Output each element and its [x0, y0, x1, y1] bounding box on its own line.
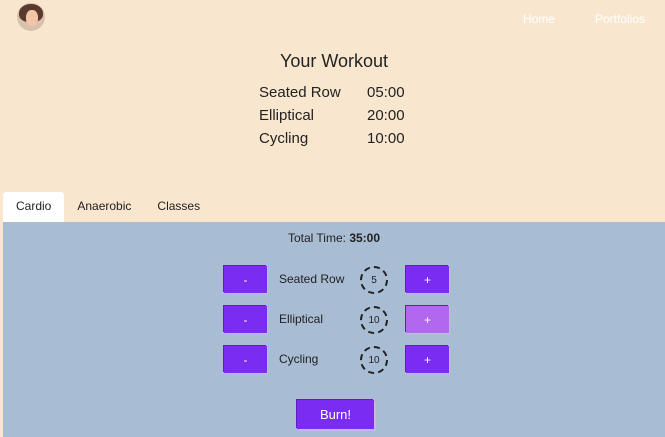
avatar[interactable] [17, 3, 45, 31]
exercise-row-cycling: - Cycling 10 + [224, 346, 450, 374]
summary-exercise-name: Cycling [259, 130, 309, 147]
nav-home-link[interactable]: Home [523, 12, 555, 26]
decrease-button[interactable]: - [224, 266, 267, 293]
decrease-button[interactable]: - [224, 306, 267, 333]
workout-title: Your Workout [279, 51, 389, 71]
duration-dial: 10 [360, 306, 388, 334]
app-frame: Home Portfolios Your Workout Seated Row … [3, 0, 665, 437]
total-time-value: 35:00 [349, 231, 381, 245]
increase-button[interactable]: + [406, 346, 449, 373]
summary-row: Cycling 10:00 [259, 127, 427, 150]
duration-dial: 10 [360, 346, 388, 374]
exercise-label: Seated Row [279, 272, 345, 286]
total-time: Total Time: 35:00 [3, 231, 665, 245]
tab-anaerobic[interactable]: Anaerobic [64, 192, 144, 222]
summary-row: Elliptical 20:00 [259, 104, 427, 127]
exercise-row-seated-row: - Seated Row 5 + [224, 266, 450, 294]
summary-row: Seated Row 05:00 [259, 81, 427, 104]
summary-exercise-time: 05:00 [367, 84, 405, 101]
summary-exercise-time: 20:00 [367, 107, 405, 124]
increase-button[interactable]: + [406, 266, 449, 293]
workout-summary: Seated Row 05:00 Elliptical 20:00 Cyclin… [259, 81, 427, 150]
exercise-label: Elliptical [279, 312, 324, 326]
cardio-panel: Total Time: 35:00 - Seated Row 5 + - Ell… [3, 222, 665, 437]
summary-exercise-name: Seated Row [259, 84, 341, 101]
exercise-label: Cycling [279, 352, 319, 366]
avatar-face [26, 10, 38, 26]
exercise-row-elliptical: - Elliptical 10 + [224, 306, 450, 334]
nav-portfolios-link[interactable]: Portfolios [595, 12, 645, 26]
tab-classes[interactable]: Classes [144, 192, 213, 222]
increase-button[interactable]: + [406, 306, 449, 333]
summary-exercise-time: 10:00 [367, 130, 405, 147]
tab-cardio[interactable]: Cardio [3, 192, 65, 222]
duration-dial: 5 [360, 266, 388, 294]
burn-button[interactable]: Burn! [297, 400, 374, 429]
top-nav: Home Portfolios [523, 12, 645, 26]
summary-exercise-name: Elliptical [259, 107, 315, 124]
tab-bar: Cardio Anaerobic Classes [3, 192, 213, 222]
total-time-label: Total Time: [287, 231, 346, 245]
decrease-button[interactable]: - [224, 346, 267, 373]
header-section: Home Portfolios Your Workout Seated Row … [3, 0, 665, 193]
